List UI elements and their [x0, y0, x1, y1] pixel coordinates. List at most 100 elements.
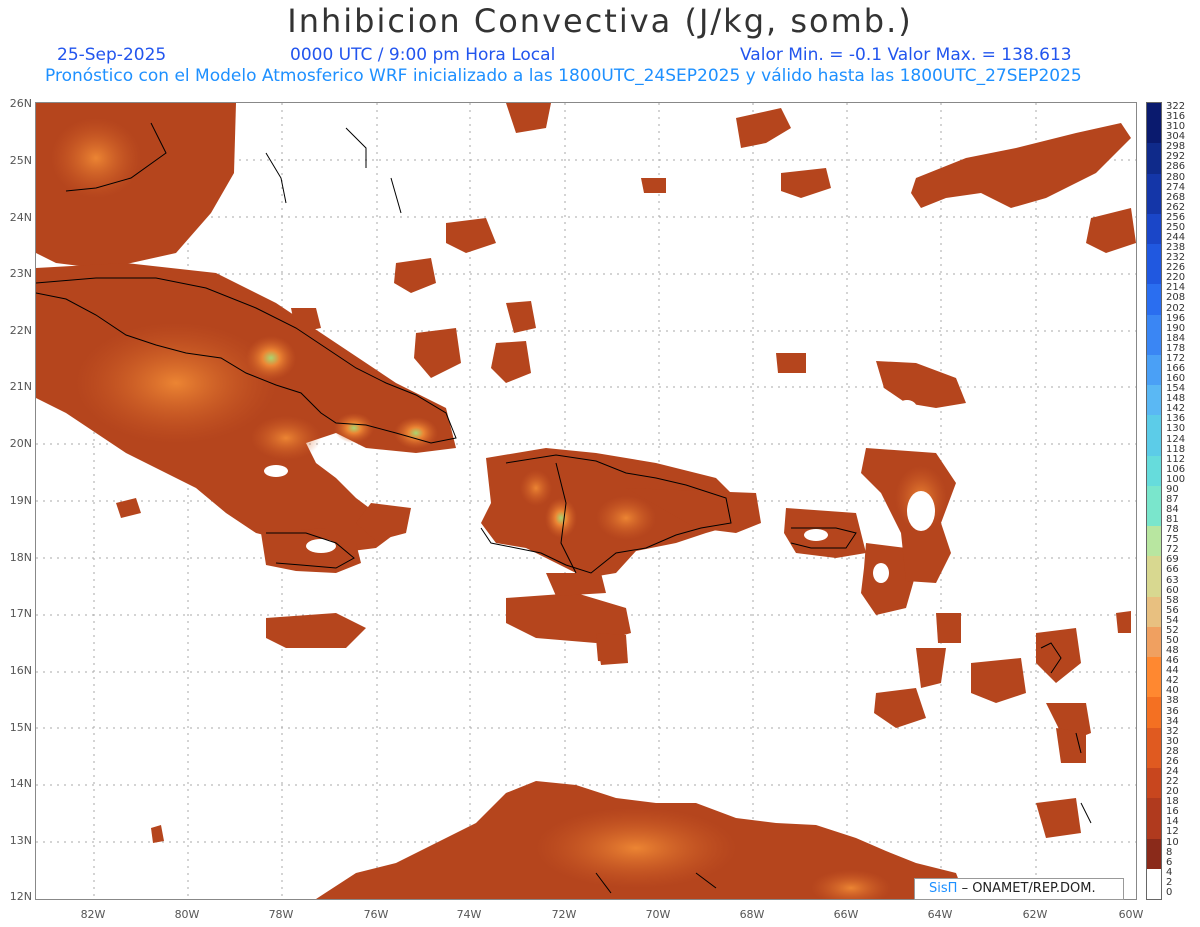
- colorbar-segment: [1147, 425, 1161, 436]
- credit-organization: – ONAMET/REP.DOM.: [961, 881, 1096, 896]
- colorbar-segment: [1147, 385, 1161, 396]
- cin-shading: [36, 103, 1136, 899]
- lon-label: 68W: [739, 908, 765, 921]
- model-description: Pronóstico con el Modelo Atmosferico WRF…: [45, 66, 1082, 86]
- lat-label: 18N: [9, 551, 32, 564]
- lon-label: 60W: [1118, 908, 1144, 921]
- colorbar-segment: [1147, 838, 1161, 850]
- colorbar-segment: [1147, 183, 1161, 195]
- colorbar-segment: [1147, 405, 1161, 416]
- colorbar-label: 124: [1166, 433, 1186, 445]
- lat-label: 20N: [9, 437, 32, 450]
- lat-label: 17N: [9, 607, 32, 620]
- colorbar-segment: [1147, 626, 1161, 638]
- colorbar-segment: [1147, 123, 1161, 134]
- colorbar-segment: [1147, 294, 1161, 305]
- colorbar-segment: [1147, 304, 1161, 316]
- colorbar-label: 130: [1166, 423, 1186, 435]
- colorbar-segment: [1147, 485, 1161, 497]
- map-canvas: [36, 103, 1136, 899]
- lat-label: 14N: [9, 777, 32, 790]
- colorbar-segment: [1147, 647, 1161, 658]
- colorbar-segment: [1147, 163, 1161, 175]
- credit-box: SisΠ – ONAMET/REP.DOM.: [914, 878, 1124, 900]
- colorbar-segment: [1147, 596, 1161, 608]
- lon-label: 78W: [268, 908, 294, 921]
- colorbar-segment: [1147, 103, 1161, 114]
- colorbar-segment: [1147, 778, 1161, 789]
- lat-label: 12N: [9, 890, 32, 903]
- colorbar-segment: [1147, 848, 1161, 860]
- lon-label: 70W: [645, 908, 671, 921]
- colorbar: [1146, 102, 1162, 900]
- colorbar-segment: [1147, 465, 1161, 477]
- colorbar-segment: [1147, 707, 1161, 719]
- colorbar-segment: [1147, 113, 1161, 124]
- lat-label: 13N: [9, 834, 32, 847]
- colorbar-segment: [1147, 223, 1161, 235]
- colorbar-segment: [1147, 818, 1161, 829]
- forecast-time: 0000 UTC / 9:00 pm Hora Local: [290, 45, 556, 65]
- colorbar-segment: [1147, 254, 1161, 265]
- colorbar-segment: [1147, 173, 1161, 185]
- colorbar-segment: [1147, 556, 1161, 567]
- colorbar-segment: [1147, 445, 1161, 457]
- lon-label: 62W: [1022, 908, 1048, 921]
- forecast-date: 25-Sep-2025: [57, 45, 167, 65]
- sispi-logo-text: SisΠ: [929, 881, 958, 896]
- colorbar-segment: [1147, 536, 1161, 547]
- colorbar-segment: [1147, 667, 1161, 678]
- colorbar-segment: [1147, 274, 1161, 285]
- colorbar-segment: [1147, 344, 1161, 356]
- colorbar-segment: [1147, 435, 1161, 447]
- colorbar-segment: [1147, 334, 1161, 346]
- lat-label: 25N: [9, 154, 32, 167]
- colorbar-segment: [1147, 364, 1161, 376]
- lat-label: 15N: [9, 721, 32, 734]
- colorbar-label: 66: [1166, 564, 1179, 576]
- colorbar-segment: [1147, 768, 1161, 779]
- colorbar-segment: [1147, 697, 1161, 709]
- cin-map: [35, 102, 1137, 900]
- colorbar-segment: [1147, 606, 1161, 618]
- colorbar-segment: [1147, 546, 1161, 557]
- lat-label: 16N: [9, 664, 32, 677]
- lat-label: 23N: [9, 267, 32, 280]
- colorbar-segment: [1147, 455, 1161, 467]
- colorbar-segment: [1147, 143, 1161, 154]
- colorbar-segment: [1147, 233, 1161, 245]
- colorbar-segment: [1147, 395, 1161, 406]
- colorbar-segment: [1147, 264, 1161, 275]
- colorbar-segment: [1147, 637, 1161, 648]
- lon-label: 66W: [833, 908, 859, 921]
- colorbar-label: 12: [1166, 826, 1179, 838]
- colorbar-segment: [1147, 586, 1161, 598]
- colorbar-segment: [1147, 616, 1161, 628]
- colorbar-segment: [1147, 878, 1161, 890]
- lon-label: 82W: [80, 908, 106, 921]
- colorbar-segment: [1147, 657, 1161, 668]
- colorbar-label: 0: [1166, 886, 1173, 898]
- colorbar-segment: [1147, 324, 1161, 336]
- colorbar-segment: [1147, 375, 1161, 386]
- colorbar-label: 38: [1166, 695, 1179, 707]
- colorbar-segment: [1147, 153, 1161, 164]
- colorbar-segment: [1147, 526, 1161, 537]
- colorbar-label: 208: [1166, 292, 1186, 304]
- colorbar-segment: [1147, 516, 1161, 527]
- min-max-values: Valor Min. = -0.1 Valor Max. = 138.613: [740, 45, 1072, 65]
- colorbar-segment: [1147, 495, 1161, 507]
- colorbar-segment: [1147, 475, 1161, 487]
- colorbar-segment: [1147, 506, 1161, 517]
- colorbar-segment: [1147, 133, 1161, 144]
- lat-label: 21N: [9, 380, 32, 393]
- colorbar-segment: [1147, 284, 1161, 295]
- colorbar-segment: [1147, 757, 1161, 769]
- colorbar-segment: [1147, 314, 1161, 326]
- colorbar-segment: [1147, 244, 1161, 255]
- lat-label: 22N: [9, 324, 32, 337]
- map-title: Inhibicion Convectiva (J/kg, somb.): [287, 2, 913, 40]
- colorbar-segment: [1147, 193, 1161, 205]
- colorbar-segment: [1147, 747, 1161, 759]
- colorbar-segment: [1147, 737, 1161, 749]
